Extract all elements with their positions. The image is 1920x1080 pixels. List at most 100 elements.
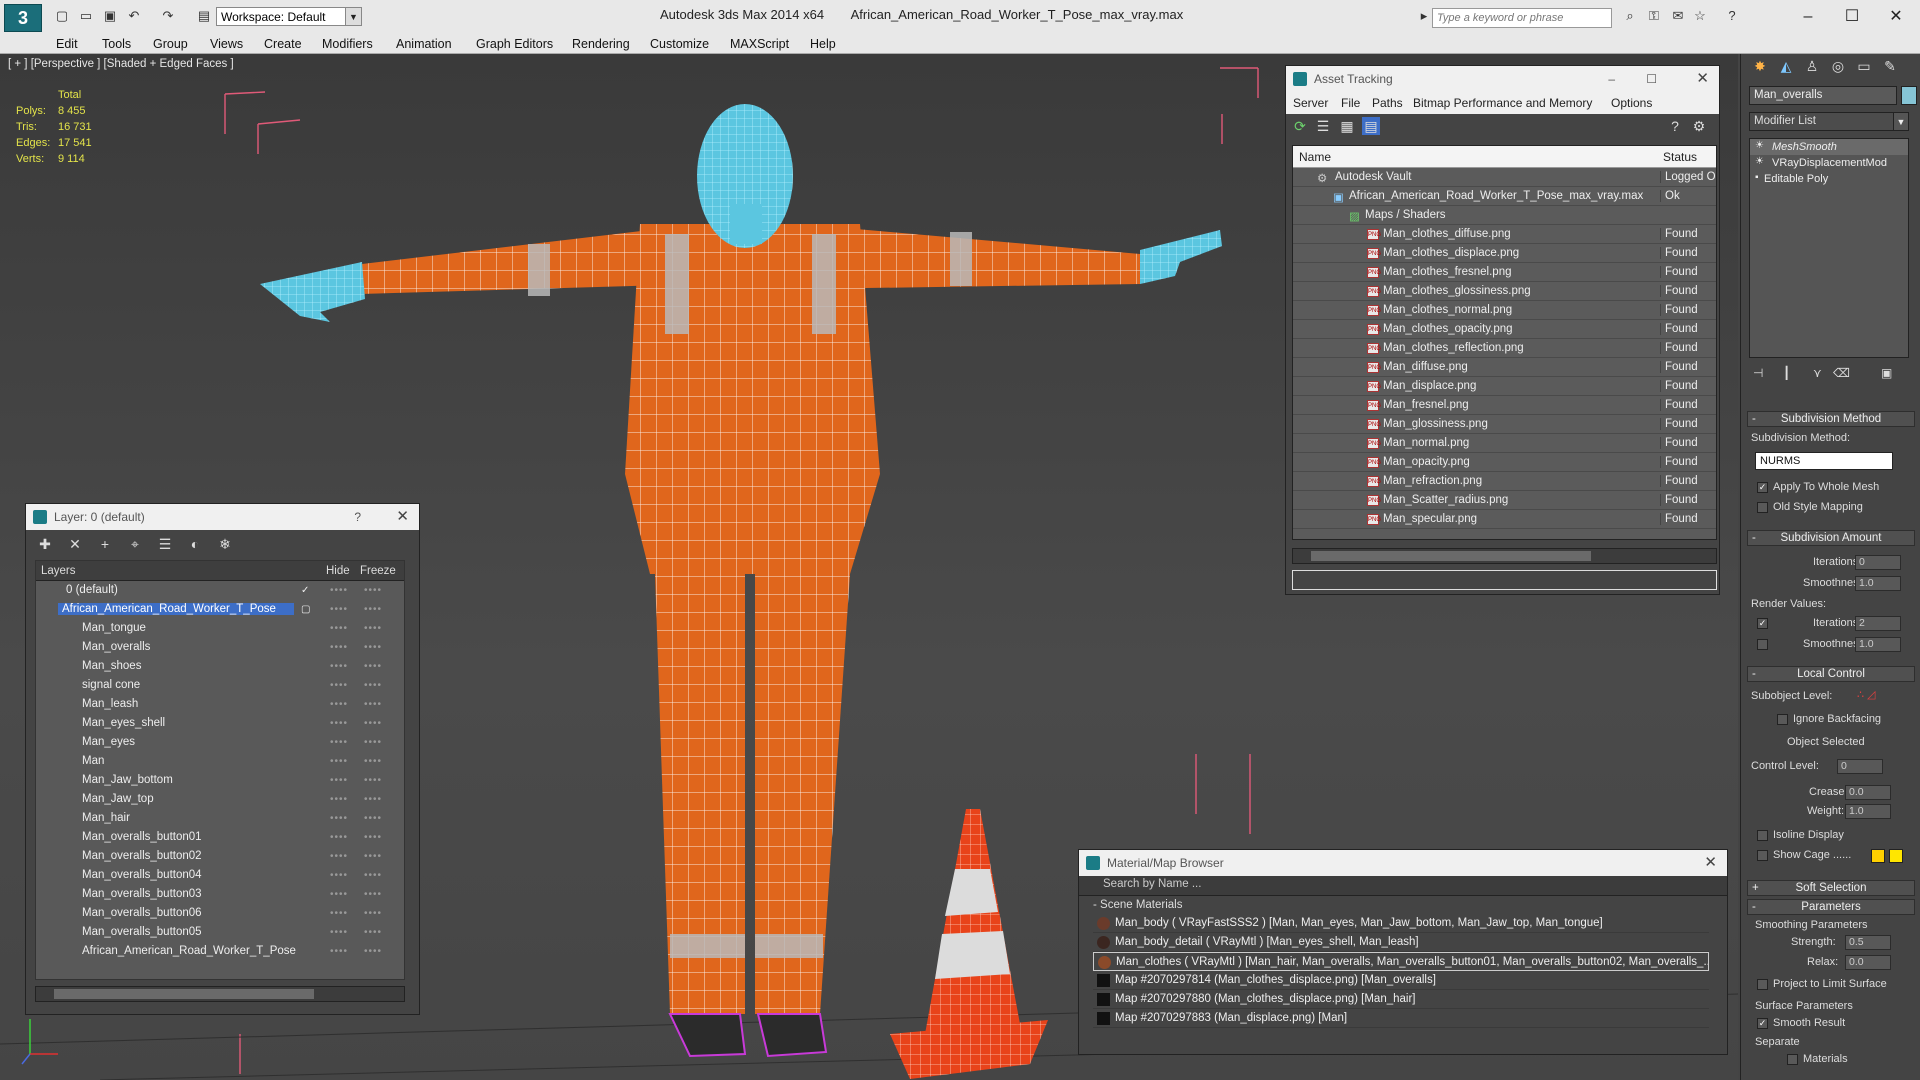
asset-horizontal-scrollbar[interactable] <box>1292 548 1717 564</box>
menu-views[interactable]: Views <box>210 37 243 51</box>
map-row[interactable]: Map #2070297883 (Man_displace.png) [Man] <box>1093 1009 1709 1028</box>
close-icon[interactable]: ✕ <box>1704 850 1717 876</box>
asset-row[interactable]: PNG Man_diffuse.png Found <box>1293 358 1716 377</box>
smoothness-spinner[interactable]: 1.0 <box>1855 576 1901 591</box>
material-browser-titlebar[interactable]: Material/Map Browser ✕ <box>1079 850 1727 876</box>
close-icon[interactable]: ✕ <box>1876 4 1916 30</box>
asset-menu-bitmap[interactable]: Bitmap Performance and Memory <box>1413 96 1592 110</box>
map-row[interactable]: Map #2070297880 (Man_clothes_displace.pn… <box>1093 990 1709 1009</box>
layer-row[interactable]: Man_Jaw_bottom •••• •••• <box>36 771 404 790</box>
map-row[interactable]: Map #2070297814 (Man_clothes_displace.pn… <box>1093 971 1709 990</box>
utilities-tab-icon[interactable]: ✎ <box>1879 58 1901 78</box>
crease-spinner[interactable]: 0.0 <box>1845 785 1891 800</box>
render-smoothness-checkbox[interactable] <box>1757 639 1768 650</box>
asset-row[interactable]: PNG Man_displace.png Found <box>1293 377 1716 396</box>
rollout-subdivision-amount[interactable]: - Subdivision Amount <box>1747 530 1915 546</box>
close-icon[interactable]: ✕ <box>396 504 409 530</box>
configure-sets-icon[interactable]: ▣ <box>1881 366 1892 380</box>
smooth-result-checkbox[interactable]: ✓ <box>1757 1018 1768 1029</box>
asset-menu-options[interactable]: Options <box>1611 96 1652 110</box>
layer-row[interactable]: Man_overalls_button06 •••• •••• <box>36 904 404 923</box>
menu-create[interactable]: Create <box>264 37 302 51</box>
material-row[interactable]: Man_clothes ( VRayMtl ) [Man_hair, Man_o… <box>1093 952 1709 971</box>
layer-row[interactable]: Man_overalls_button02 •••• •••• <box>36 847 404 866</box>
layer-row[interactable]: African_American_Road_Worker_T_Pose •••• •… <box>36 942 404 961</box>
relax-spinner[interactable]: 0.0 <box>1845 955 1891 970</box>
cage-selected-color-swatch[interactable] <box>1889 849 1903 863</box>
chevron-right-icon[interactable]: ▸ <box>1416 9 1432 23</box>
scrollbar-thumb[interactable] <box>54 989 314 999</box>
render-iterations-checkbox[interactable]: ✓ <box>1757 618 1768 629</box>
undo-icon[interactable]: ↶ <box>126 9 142 23</box>
list-icon[interactable]: ☰ <box>1314 117 1332 135</box>
asset-row[interactable]: PNG Man_clothes_diffuse.png Found <box>1293 225 1716 244</box>
isoline-display-checkbox[interactable] <box>1757 830 1768 841</box>
perspective-viewport[interactable]: [ + ] [Perspective ] [Shaded + Edged Fac… <box>0 54 1738 1080</box>
key-icon[interactable]: ⚿ <box>1646 9 1662 23</box>
asset-row[interactable]: PNG Man_glossiness.png Found <box>1293 415 1716 434</box>
layer-row[interactable]: Man_shoes •••• •••• <box>36 657 404 676</box>
minimize-icon[interactable]: – <box>1788 4 1828 30</box>
layer-row[interactable]: Man •••• •••• <box>36 752 404 771</box>
project-folder-icon[interactable]: ▤ <box>196 9 212 23</box>
delete-icon[interactable]: ✕ <box>66 535 84 553</box>
control-level-spinner[interactable]: 0 <box>1837 759 1883 774</box>
material-search-input[interactable]: Search by Name ... <box>1079 876 1727 896</box>
layer-row[interactable]: 0 (default) ✓ •••• •••• <box>36 581 404 600</box>
strength-spinner[interactable]: 0.5 <box>1845 935 1891 950</box>
redo-icon[interactable]: ↷ <box>160 9 176 23</box>
material-row[interactable]: Man_body ( VRayFastSSS2 ) [Man, Man_eyes… <box>1093 914 1709 933</box>
show-end-result-icon[interactable]: ┃ <box>1783 366 1790 380</box>
rollout-parameters[interactable]: - Parameters <box>1747 899 1915 915</box>
asset-row[interactable]: PNG Man_clothes_fresnel.png Found <box>1293 263 1716 282</box>
menu-tools[interactable]: Tools <box>102 37 131 51</box>
app-logo-icon[interactable]: 3 <box>4 4 42 32</box>
layer-row[interactable]: Man_overalls •••• •••• <box>36 638 404 657</box>
asset-row[interactable]: PNG Man_normal.png Found <box>1293 434 1716 453</box>
rollout-subdivision-method[interactable]: - Subdivision Method <box>1747 411 1915 427</box>
highlight-icon[interactable]: ☰ <box>156 535 174 553</box>
help-icon[interactable]: ? <box>1724 9 1740 23</box>
render-smoothness-spinner[interactable]: 1.0 <box>1855 637 1901 652</box>
ignore-backfacing-checkbox[interactable] <box>1777 714 1788 725</box>
asset-row[interactable]: PNG Man_clothes_displace.png Found <box>1293 244 1716 263</box>
project-limit-surface-checkbox[interactable] <box>1757 979 1768 990</box>
layer-row[interactable]: signal cone •••• •••• <box>36 676 404 695</box>
asset-row[interactable]: ⚙ Autodesk Vault Logged Ou <box>1293 168 1716 187</box>
asset-menu-paths[interactable]: Paths <box>1372 96 1403 110</box>
thumbnail-icon[interactable]: ▦ <box>1338 117 1356 135</box>
layer-row[interactable]: Man_overalls_button05 •••• •••• <box>36 923 404 942</box>
modify-tab-icon[interactable]: ◭ <box>1775 58 1797 78</box>
col-freeze[interactable]: Freeze <box>360 565 396 577</box>
favorites-icon[interactable]: ☆ <box>1692 9 1708 23</box>
object-name-field[interactable]: Man_overalls <box>1749 86 1897 105</box>
help-icon[interactable]: ? <box>354 504 361 530</box>
old-style-mapping-checkbox[interactable] <box>1757 502 1768 513</box>
layer-row[interactable]: Man_eyes_shell •••• •••• <box>36 714 404 733</box>
menu-customize[interactable]: Customize <box>650 37 709 51</box>
table-view-icon[interactable]: ▤ <box>1362 117 1380 135</box>
select-objects-icon[interactable]: ⌖ <box>126 535 144 553</box>
asset-row[interactable]: PNG Man_clothes_opacity.png Found <box>1293 320 1716 339</box>
menu-help[interactable]: Help <box>810 37 836 51</box>
asset-row[interactable]: ▨ Maps / Shaders <box>1293 206 1716 225</box>
layer-window-titlebar[interactable]: Layer: 0 (default) ? ✕ <box>26 504 419 530</box>
col-status[interactable]: Status <box>1663 150 1697 164</box>
binoculars-icon[interactable]: ⌕ <box>1622 9 1638 23</box>
col-layers[interactable]: Layers <box>41 565 76 577</box>
layer-row[interactable]: Man_hair •••• •••• <box>36 809 404 828</box>
asset-path-field[interactable] <box>1292 570 1717 590</box>
hierarchy-tab-icon[interactable]: ♙ <box>1801 58 1823 78</box>
chevron-down-icon[interactable]: ▼ <box>1893 112 1909 131</box>
layer-row[interactable]: Man_Jaw_top •••• •••• <box>36 790 404 809</box>
asset-row[interactable]: PNG Man_opacity.png Found <box>1293 453 1716 472</box>
asset-window-titlebar[interactable]: Asset Tracking – ☐ ✕ <box>1286 66 1719 92</box>
apply-whole-mesh-checkbox[interactable]: ✓ <box>1757 482 1768 493</box>
menu-edit[interactable]: Edit <box>56 37 78 51</box>
col-name[interactable]: Name <box>1299 150 1331 164</box>
create-tab-icon[interactable]: ✸ <box>1749 58 1771 78</box>
settings-icon[interactable]: ⚙ <box>1690 117 1708 135</box>
workspace-select[interactable]: Workspace: Default <box>216 7 362 26</box>
layer-row[interactable]: Man_tongue •••• •••• <box>36 619 404 638</box>
layer-row[interactable]: Man_overalls_button01 •••• •••• <box>36 828 404 847</box>
